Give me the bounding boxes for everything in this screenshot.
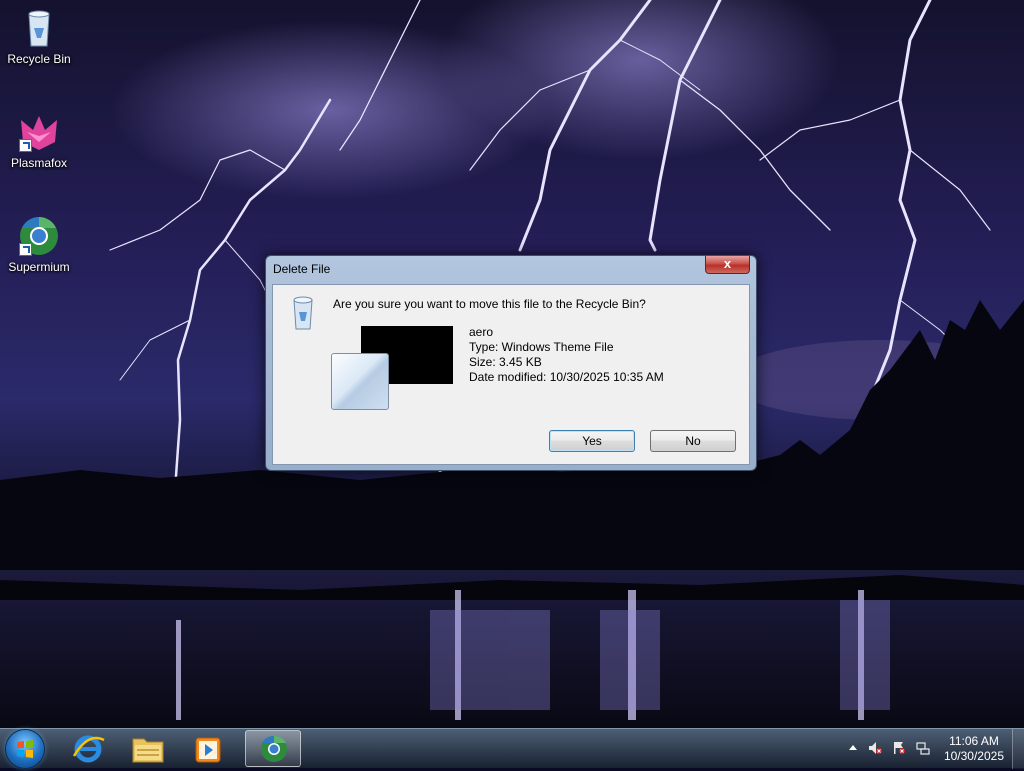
file-modified: Date modified: 10/30/2025 10:35 AM <box>469 370 664 384</box>
desktop-icon-recycle-bin[interactable]: Recycle Bin <box>1 8 77 66</box>
taskbar: 11:06 AM 10/30/2025 <box>0 728 1024 769</box>
system-clock[interactable]: 11:06 AM 10/30/2025 <box>944 734 1004 764</box>
desktop-icon-label: Supermium <box>8 260 70 274</box>
recycle-bin-icon <box>288 295 318 331</box>
taskbar-media-player[interactable] <box>180 730 236 767</box>
file-info: aero Type: Windows Theme File Size: 3.45… <box>469 325 664 385</box>
plasmafox-icon <box>19 112 59 152</box>
action-center-flag-icon[interactable] <box>892 741 906 755</box>
desktop-icon-label: Plasmafox <box>10 156 68 170</box>
shortcut-arrow-icon <box>19 139 32 152</box>
desktop-icon-plasmafox[interactable]: Plasmafox <box>1 112 77 170</box>
file-explorer-icon <box>132 738 164 763</box>
show-desktop-button[interactable] <box>1012 729 1024 769</box>
network-icon[interactable] <box>916 741 930 755</box>
delete-file-dialog: Delete File x Are you sure you want to m… <box>265 255 757 471</box>
volume-muted-icon[interactable] <box>868 741 882 755</box>
close-button[interactable]: x <box>705 256 750 274</box>
close-icon: x <box>723 256 732 271</box>
file-size: Size: 3.45 KB <box>469 355 542 369</box>
file-type: Type: Windows Theme File <box>469 340 614 354</box>
taskbar-file-explorer[interactable] <box>120 730 176 767</box>
dialog-title: Delete File <box>273 262 331 276</box>
theme-file-icon <box>331 353 389 410</box>
clock-date: 10/30/2025 <box>943 749 1004 763</box>
yes-button[interactable]: Yes <box>549 430 635 452</box>
dialog-question: Are you sure you want to move this file … <box>333 297 646 311</box>
taskbar-supermium[interactable] <box>245 730 301 767</box>
file-name: aero <box>469 325 494 339</box>
recycle-bin-icon <box>19 8 59 48</box>
supermium-icon <box>261 735 287 762</box>
shortcut-arrow-icon <box>19 243 32 256</box>
no-button[interactable]: No <box>650 430 736 452</box>
start-button[interactable] <box>6 730 44 768</box>
windows-logo-icon <box>17 740 33 758</box>
dialog-body: Are you sure you want to move this file … <box>272 284 750 465</box>
taskbar-internet-explorer[interactable] <box>60 730 116 767</box>
internet-explorer-icon <box>72 735 105 763</box>
file-thumbnail <box>331 326 455 416</box>
clock-time: 11:06 AM <box>949 734 999 748</box>
media-player-icon <box>195 737 221 763</box>
desktop-icon-label: Recycle Bin <box>7 52 71 66</box>
desktop-icon-supermium[interactable]: Supermium <box>1 216 77 274</box>
supermium-icon <box>19 216 59 256</box>
show-hidden-icons-chevron-icon[interactable] <box>846 741 860 755</box>
